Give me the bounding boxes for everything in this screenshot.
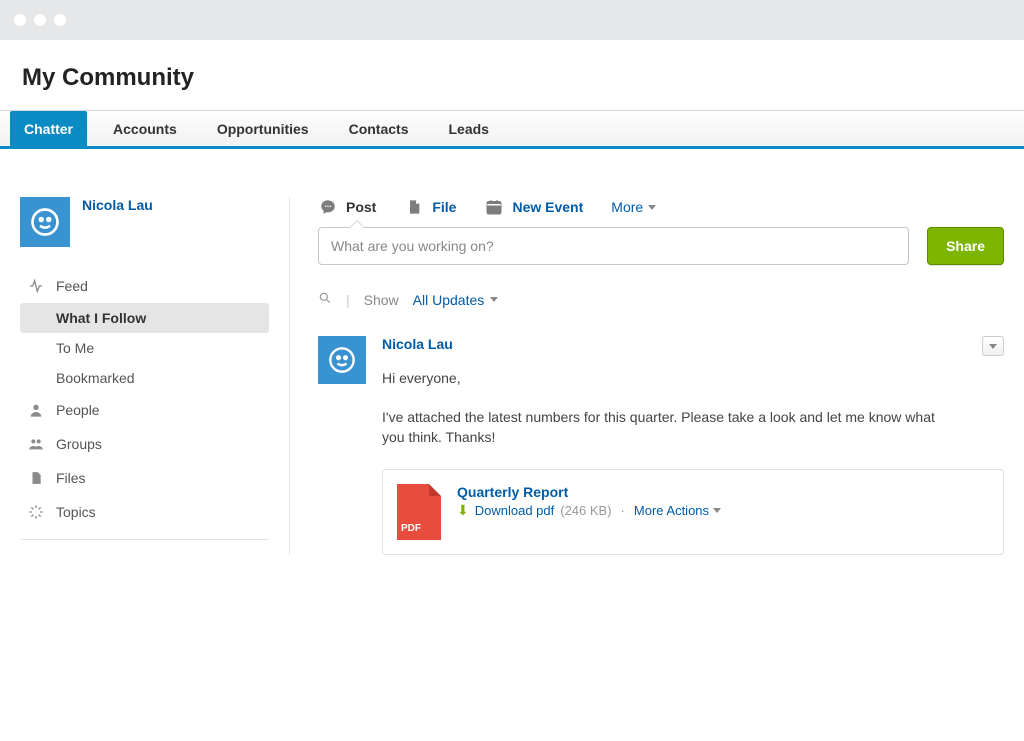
publisher-tab-label: Post [346,199,376,215]
publisher-more-dropdown[interactable]: More [611,199,656,215]
separator-dot: · [621,503,625,518]
sidebar-item-groups[interactable]: Groups [20,427,269,461]
publisher-tab-post[interactable]: Post [318,197,376,217]
sidebar-item-topics[interactable]: Topics [20,495,269,529]
profile-block: Nicola Lau [20,197,269,247]
groups-icon [26,434,46,454]
sidebar-item-label: Files [56,470,86,486]
feed-filter-row: | Show All Updates [318,291,1004,308]
feed-author-link[interactable]: Nicola Lau [382,336,453,352]
feed-greeting: Hi everyone, [382,370,1004,386]
activity-icon [26,276,46,296]
traffic-light-close[interactable] [14,14,26,26]
calendar-icon [484,197,504,217]
publisher-tabs: Post File New Event More [318,197,1004,217]
main-content: Post File New Event More What are you wo… [290,197,1004,555]
tab-chatter[interactable]: Chatter [10,111,87,146]
sidebar-item-label: Topics [56,504,96,520]
attachment-more-actions[interactable]: More Actions [634,503,721,518]
filter-value: All Updates [413,292,485,308]
sidebar-item-label: Feed [56,278,88,294]
publisher-tab-new-event[interactable]: New Event [484,197,583,217]
compose-input[interactable]: What are you working on? [318,227,909,265]
publisher-tab-label: New Event [512,199,583,215]
search-icon[interactable] [318,291,332,308]
sidebar-subitem-to-me[interactable]: To Me [20,333,269,363]
publisher-tab-file[interactable]: File [404,197,456,217]
page-header: My Community [0,40,1024,111]
publisher-tab-label: File [432,199,456,215]
file-icon [26,468,46,488]
topics-icon [26,502,46,522]
sidebar-subitem-bookmarked[interactable]: Bookmarked [20,363,269,393]
pdf-badge-label: PDF [401,523,421,534]
chevron-down-icon [648,205,656,210]
feed-item: Nicola Lau Hi everyone, I've attached th… [318,336,1004,555]
publisher-more-label: More [611,199,643,215]
download-arrow-icon: ⬇ [457,502,469,519]
sidebar-item-feed[interactable]: Feed [20,269,269,303]
sidebar: Nicola Lau Feed What I Follow To Me Book… [20,197,290,555]
share-button[interactable]: Share [927,227,1004,265]
chevron-down-icon [713,508,721,513]
chevron-down-icon [989,344,997,349]
more-actions-label: More Actions [634,503,709,518]
sidebar-item-label: Groups [56,436,102,452]
feed-item-menu-button[interactable] [982,336,1004,356]
tab-leads[interactable]: Leads [435,111,503,146]
chat-bubble-icon [318,197,338,217]
divider: | [346,292,350,308]
traffic-light-minimize[interactable] [34,14,46,26]
sidebar-subitem-what-i-follow[interactable]: What I Follow [20,303,269,333]
feed-filter-dropdown[interactable]: All Updates [413,292,499,308]
user-name-link[interactable]: Nicola Lau [82,197,153,213]
sidebar-item-people[interactable]: People [20,393,269,427]
attachment-card: PDF Quarterly Report ⬇ Download pdf (246… [382,469,1004,555]
file-icon [404,197,424,217]
page-title: My Community [22,64,1002,92]
pdf-file-icon[interactable]: PDF [397,484,441,540]
sidebar-item-label: People [56,402,100,418]
tab-contacts[interactable]: Contacts [335,111,423,146]
window-titlebar [0,0,1024,40]
attachment-size: (246 KB) [560,503,611,518]
download-link[interactable]: Download pdf [475,503,555,518]
chevron-down-icon [490,297,498,302]
sidebar-divider [20,539,269,540]
feed-body-text: I've attached the latest numbers for thi… [382,408,942,447]
traffic-light-zoom[interactable] [54,14,66,26]
nav-tabs-container: Chatter Accounts Opportunities Contacts … [0,111,1024,149]
user-avatar[interactable] [20,197,70,247]
show-label: Show [364,292,399,308]
tab-accounts[interactable]: Accounts [99,111,191,146]
feed-author-avatar[interactable] [318,336,366,384]
sidebar-item-files[interactable]: Files [20,461,269,495]
tab-opportunities[interactable]: Opportunities [203,111,323,146]
attachment-title-link[interactable]: Quarterly Report [457,484,568,500]
person-icon [26,400,46,420]
